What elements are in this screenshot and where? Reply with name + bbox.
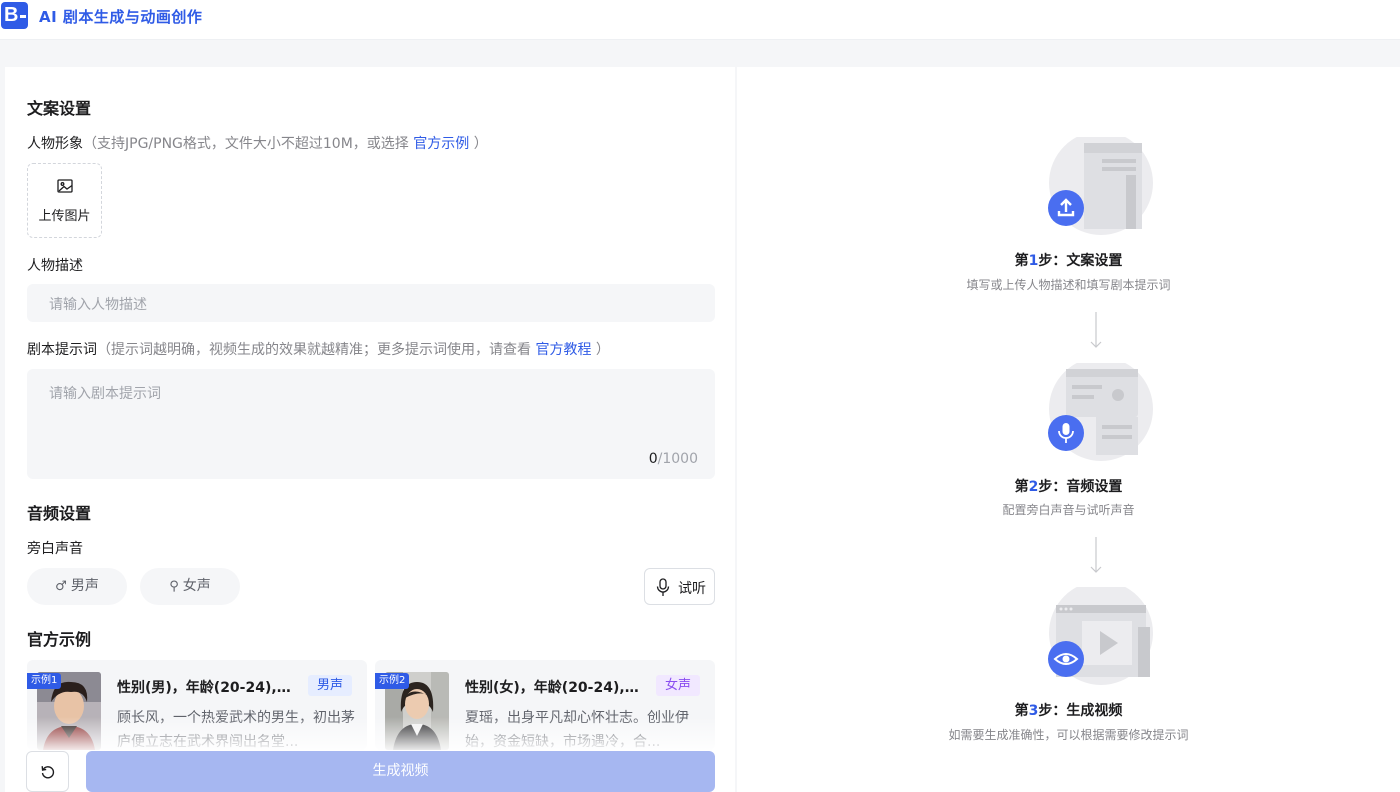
upload-image-label: 上传图片 <box>38 209 91 224</box>
female-voice-label: 女声 <box>182 578 211 594</box>
character-image-label: 人物形象（支持JPG/PNG格式，文件大小不超过10M，或选择 官方示例 ） <box>27 133 488 153</box>
character-desc-input[interactable]: 请输入人物描述 <box>27 284 715 322</box>
image-icon <box>57 179 73 193</box>
step-1-title: 第1步：文案设置 <box>737 250 1400 270</box>
official-examples-link[interactable]: 官方示例 <box>413 136 469 152</box>
narration-voice-label: 旁白声音 <box>27 541 83 557</box>
refresh-icon <box>41 766 55 779</box>
scroll-fade <box>27 717 715 752</box>
example-1-gender-badge: 男声 <box>308 675 353 696</box>
step-1-title-prefix: 第 <box>1014 253 1029 269</box>
female-icon: ⚲ <box>169 579 179 594</box>
script-prompt-placeholder: 请输入剧本提示词 <box>49 386 161 402</box>
arrow-down-icon <box>1090 312 1102 348</box>
official-tutorial-link[interactable]: 官方教程 <box>535 342 591 358</box>
step-2-title: 第2步：音频设置 <box>737 476 1400 496</box>
reset-button[interactable] <box>26 751 69 792</box>
character-desc-placeholder: 请输入人物描述 <box>49 297 147 313</box>
example-2-title: 性别(女)，年龄(20-24),眼... <box>465 680 651 696</box>
example-2-gender-badge: 女声 <box>656 675 701 696</box>
female-voice-option[interactable]: ⚲ 女声 <box>140 568 240 605</box>
character-image-label-text: 人物形象 <box>27 136 83 152</box>
top-bar: B AI 剧本生成与动画创作 <box>0 0 1400 40</box>
step-3-desc: 如需要生成准确性，可以根据需要修改提示词 <box>948 728 1189 742</box>
step-3-title-suffix: 步：生成视频 <box>1038 703 1123 719</box>
script-prompt-textarea[interactable]: 请输入剧本提示词 0/1000 <box>27 369 715 479</box>
step-3-illustration <box>1048 587 1153 685</box>
app-title: AI 剧本生成与动画创作 <box>39 8 203 26</box>
form-panel: 文案设置 人物形象（支持JPG/PNG格式，文件大小不超过10M，或选择 官方示… <box>5 67 735 792</box>
copy-settings-title: 文案设置 <box>27 99 92 118</box>
script-prompt-label-text: 剧本提示词 <box>27 342 97 358</box>
character-desc-label: 人物描述 <box>27 258 83 274</box>
script-prompt-hint: （提示词越明确，视频生成的效果就越精准；更多提示词使用，请查看 <box>97 342 536 358</box>
step-2-number: 2 <box>1028 479 1039 495</box>
step-1-desc: 填写或上传人物描述和填写剧本提示词 <box>966 278 1171 292</box>
script-prompt-label: 剧本提示词（提示词越明确，视频生成的效果就越精准；更多提示词使用，请查看 官方教… <box>27 339 610 359</box>
male-voice-label: 男声 <box>70 578 99 594</box>
step-3-title: 第3步：生成视频 <box>737 700 1400 720</box>
char-counter-max: /1000 <box>657 451 698 467</box>
official-examples-title: 官方示例 <box>27 630 92 649</box>
arrow-down-icon <box>1090 537 1102 573</box>
step-2-title-suffix: 步：音频设置 <box>1038 479 1123 495</box>
step-1-title-suffix: 步：文案设置 <box>1038 253 1123 269</box>
script-prompt-hint-end: ） <box>591 342 610 358</box>
step-2-illustration <box>1048 363 1153 461</box>
example-1-title: 性别(男)，年龄(20-24),眼... <box>117 680 303 696</box>
listen-button[interactable]: 试听 <box>644 568 715 605</box>
char-counter: 0/1000 <box>649 451 698 467</box>
generate-video-button[interactable]: 生成视频 <box>86 751 715 792</box>
example-2-tag: 示例2 <box>375 673 410 689</box>
listen-label: 试听 <box>678 581 706 597</box>
character-image-hint: （支持JPG/PNG格式，文件大小不超过10M，或选择 <box>83 136 414 152</box>
guide-panel: 第1步：文案设置 填写或上传人物描述和填写剧本提示词 第2步：音频设置 配置旁白… <box>737 67 1400 792</box>
microphone-icon <box>656 578 670 596</box>
step-1-number: 1 <box>1028 253 1039 269</box>
step-2-desc: 配置旁白声音与试听声音 <box>1002 503 1135 517</box>
app-logo: B <box>1 2 28 29</box>
step-3-title-prefix: 第 <box>1014 703 1029 719</box>
character-image-hint-end: ） <box>469 136 488 152</box>
audio-settings-title: 音频设置 <box>27 504 92 523</box>
step-3-number: 3 <box>1028 703 1039 719</box>
example-1-tag: 示例1 <box>27 673 62 689</box>
male-voice-option[interactable]: ♂ 男声 <box>27 568 127 605</box>
step-2-title-prefix: 第 <box>1014 479 1029 495</box>
upload-image-button[interactable]: 上传图片 <box>27 163 102 238</box>
male-icon: ♂ <box>55 579 67 594</box>
step-1-illustration <box>1048 137 1153 235</box>
char-counter-current: 0 <box>648 451 658 467</box>
